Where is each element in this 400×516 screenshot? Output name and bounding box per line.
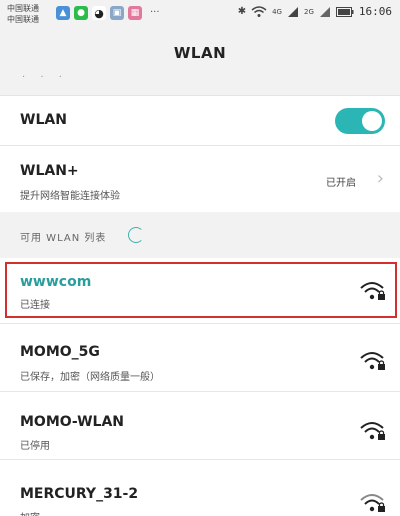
network-status: 已连接: [20, 300, 50, 311]
carrier-info: 中国联通 中国联通: [7, 3, 39, 25]
network-item-mercury[interactable]: MERCURY_31-2 加密: [0, 460, 400, 516]
system-icons: ✱ 4G 2G 16:06: [238, 5, 392, 18]
network-status: 已保存，加密（网络质量一般）: [20, 372, 160, 383]
wlan-switch[interactable]: [335, 108, 385, 134]
more-notifications-icon: ···: [150, 7, 160, 18]
loading-spinner-icon: [128, 227, 144, 243]
carrier-1: 中国联通: [7, 4, 39, 13]
network-item-momo-5g[interactable]: MOMO_5G 已保存，加密（网络质量一般）: [0, 324, 400, 392]
wifi-locked-icon: [360, 422, 385, 440]
wifi-locked-icon: [360, 282, 385, 300]
qq-icon: ◕: [92, 6, 106, 20]
signal-icon-2: [319, 6, 330, 17]
page-title: WLAN: [173, 44, 227, 62]
network-status: 加密: [20, 509, 40, 516]
network-name: MOMO_5G: [20, 344, 100, 360]
photos-icon: ▲: [56, 6, 70, 20]
wlan-plus-subtitle: 提升网络智能连接体验: [20, 191, 120, 202]
status-bar: 中国联通 中国联通 ▲ ● ◕ ▣ ▦ ··· ✱ 4G 2G 16:06: [0, 0, 400, 30]
wlan-plus-label: WLAN+: [20, 163, 79, 179]
network-type-1: 4G: [272, 7, 282, 16]
wlan-plus-row[interactable]: WLAN+ 提升网络智能连接体验 已开启 ›: [0, 146, 400, 212]
network-name: MERCURY_31-2: [20, 486, 139, 502]
gallery-icon: ▣: [110, 6, 124, 20]
wifi-status-icon: [251, 5, 267, 17]
available-networks-header: 可用 WLAN 列表: [0, 212, 400, 258]
title-bar: WLAN: [0, 30, 400, 76]
wlan-plus-status: 已开启: [326, 178, 356, 189]
switch-knob: [362, 111, 382, 131]
clock: 16:06: [358, 5, 392, 18]
wifi-locked-icon: [360, 352, 385, 370]
battery-icon: [335, 6, 354, 17]
scrolled-content: · · ·: [22, 72, 68, 83]
notification-icons: ▲ ● ◕ ▣ ▦ ···: [56, 6, 160, 20]
signal-icon-1: [287, 6, 298, 17]
chevron-right-icon: ›: [376, 168, 384, 189]
bluetooth-icon: ✱: [237, 6, 247, 17]
wlan-label: WLAN: [20, 112, 67, 128]
wifi-locked-icon: [360, 494, 385, 512]
wechat-icon: ●: [74, 6, 88, 20]
network-name: wwwcom: [20, 274, 92, 290]
network-item-wwwcom[interactable]: wwwcom 已连接: [0, 258, 400, 324]
network-status: 已停用: [20, 441, 50, 452]
carrier-2: 中国联通: [7, 15, 39, 24]
network-type-2: 2G: [303, 7, 314, 16]
wlan-toggle-row[interactable]: WLAN: [0, 96, 400, 146]
app-icon: ▦: [128, 6, 142, 20]
network-item-momo-wlan[interactable]: MOMO-WLAN 已停用: [0, 392, 400, 460]
scrolled-divider: · · ·: [0, 72, 400, 96]
network-name: MOMO-WLAN: [20, 414, 125, 430]
section-label: 可用 WLAN 列表: [20, 233, 107, 244]
